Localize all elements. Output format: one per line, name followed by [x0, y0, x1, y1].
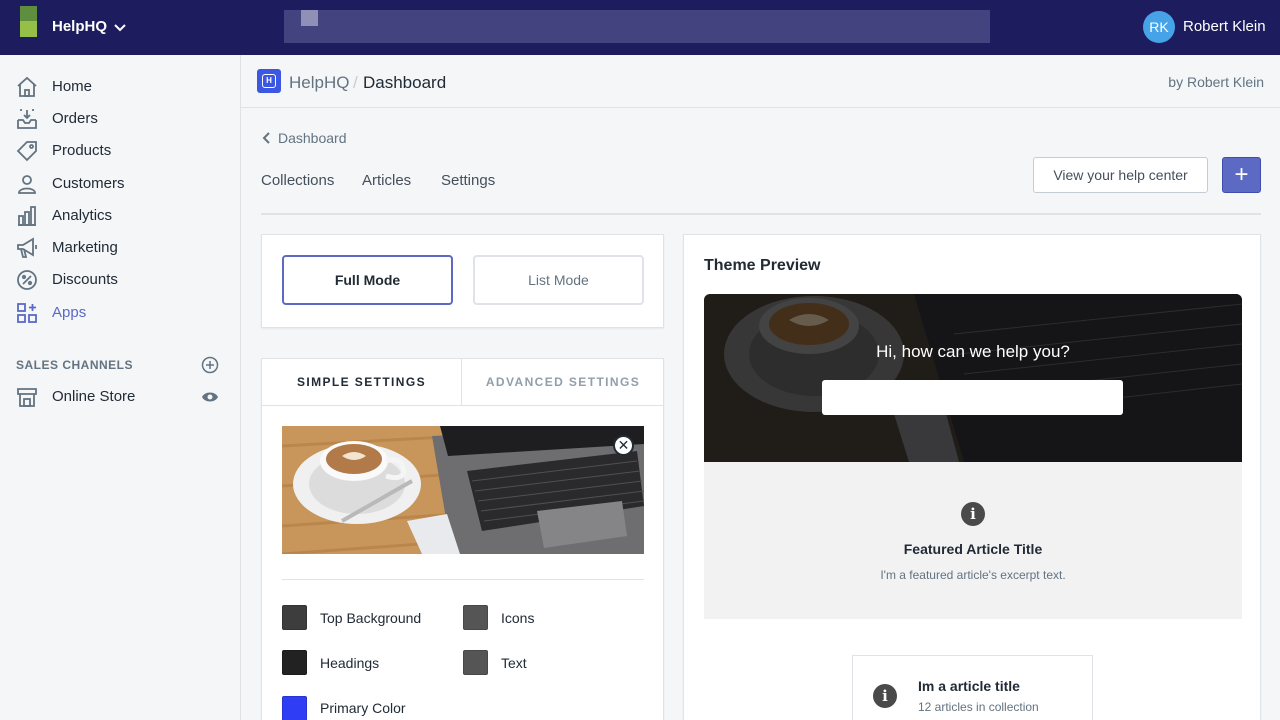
info-icon: i	[873, 684, 897, 708]
sidebar-item-label: Home	[52, 78, 93, 95]
apps-icon	[17, 303, 37, 323]
sidebar-item-label: Analytics	[52, 207, 113, 224]
sidebar-item-label: Discounts	[52, 271, 118, 288]
divider	[261, 213, 1261, 215]
background-image	[282, 426, 644, 554]
preview-search-input[interactable]	[822, 380, 1123, 415]
orders-icon	[17, 109, 37, 129]
theme-preview-card: Theme Preview Hi, how can we help you? i…	[683, 234, 1261, 720]
featured-article-excerpt: I'm a featured article's excerpt text.	[880, 568, 1066, 582]
mode-card: Full Mode List Mode	[261, 234, 664, 328]
settings-card: SIMPLE SETTINGS ADVANCED SETTINGS ✕ Top …	[261, 358, 664, 720]
sidebar-item-products[interactable]: Products	[0, 135, 240, 167]
back-label: Dashboard	[278, 130, 347, 146]
bar-chart-icon	[18, 206, 36, 226]
featured-article[interactable]: i Featured Article Title I'm a featured …	[704, 462, 1242, 619]
user-name[interactable]: Robert Klein	[1183, 18, 1266, 35]
sidebar-item-apps[interactable]: Apps	[0, 297, 240, 329]
app-icon: H	[257, 69, 281, 93]
home-icon	[17, 76, 37, 97]
person-icon	[18, 175, 36, 194]
add-circle-icon[interactable]	[201, 356, 219, 374]
list-mode-button[interactable]: List Mode	[473, 255, 644, 305]
tab-collections[interactable]: Collections	[261, 172, 334, 189]
megaphone-icon	[17, 237, 37, 258]
sales-channels-heading: SALES CHANNELS	[16, 358, 134, 372]
search-placeholder-block	[301, 10, 318, 26]
tab-articles[interactable]: Articles	[362, 172, 411, 189]
top-bar: HelpHQ RK Robert Klein	[0, 0, 1280, 55]
full-mode-button[interactable]: Full Mode	[282, 255, 453, 305]
color-swatch-headings[interactable]	[282, 650, 307, 675]
view-help-center-button[interactable]: View your help center	[1033, 157, 1208, 193]
store-icon	[17, 388, 37, 407]
sidebar-item-marketing[interactable]: Marketing	[0, 232, 240, 264]
featured-article-title: Featured Article Title	[903, 541, 1043, 557]
collection-meta: 12 articles in collection	[918, 700, 1039, 714]
eye-icon[interactable]	[201, 390, 219, 404]
preview-hero-image	[704, 294, 1242, 462]
color-label: Text	[501, 655, 527, 671]
color-label: Icons	[501, 610, 535, 626]
sidebar-item-label: Products	[52, 142, 112, 159]
collection-title: Im a article title	[918, 678, 1020, 694]
color-swatch-icons[interactable]	[463, 605, 488, 630]
store-name[interactable]: HelpHQ	[52, 18, 107, 35]
settings-tabs: SIMPLE SETTINGS ADVANCED SETTINGS	[262, 359, 663, 406]
tag-icon	[16, 141, 37, 162]
store-logo	[20, 6, 37, 37]
chevron-down-icon[interactable]	[112, 19, 128, 35]
sidebar-item-discounts[interactable]: Discounts	[0, 264, 240, 296]
color-label: Top Background	[320, 610, 422, 626]
color-swatch-top-background[interactable]	[282, 605, 307, 630]
preview-hero: Hi, how can we help you?	[704, 294, 1242, 462]
tab-advanced-settings[interactable]: ADVANCED SETTINGS	[463, 359, 663, 405]
tab-simple-settings[interactable]: SIMPLE SETTINGS	[262, 359, 462, 405]
search-bar[interactable]	[284, 10, 990, 43]
sidebar-item-customers[interactable]: Customers	[0, 168, 240, 200]
collection-item[interactable]: i Im a article title 12 articles in coll…	[852, 655, 1093, 720]
discount-icon	[17, 270, 37, 290]
preview-title: Theme Preview	[704, 257, 821, 274]
tab-settings[interactable]: Settings	[441, 172, 495, 189]
avatar[interactable]: RK	[1143, 11, 1175, 43]
page-header: H HelpHQ / Dashboard by Robert Klein	[241, 55, 1280, 108]
sidebar-item-home[interactable]: Home	[0, 71, 240, 103]
sidebar: Home Orders Products Customers Analytics…	[0, 55, 241, 720]
color-label: Headings	[320, 655, 380, 671]
sidebar-item-analytics[interactable]: Analytics	[0, 200, 240, 232]
add-button[interactable]: +	[1222, 157, 1261, 193]
app-byline: by Robert Klein	[1168, 74, 1264, 90]
breadcrumb-app[interactable]: HelpHQ	[289, 73, 349, 93]
color-swatch-text[interactable]	[463, 650, 488, 675]
sidebar-item-orders[interactable]: Orders	[0, 103, 240, 135]
sidebar-item-label: Apps	[52, 304, 87, 321]
close-icon[interactable]: ✕	[613, 435, 634, 456]
breadcrumb-separator: /	[353, 73, 358, 92]
info-icon: i	[961, 502, 985, 526]
page-title: Dashboard	[363, 73, 447, 92]
divider	[282, 579, 644, 580]
sidebar-item-label: Customers	[52, 175, 125, 192]
preview-hero-text: Hi, how can we help you?	[876, 342, 1070, 361]
sidebar-item-label: Marketing	[52, 239, 118, 256]
color-label: Primary Color	[320, 700, 406, 716]
sidebar-item-label: Online Store	[52, 388, 136, 405]
chevron-left-icon	[262, 132, 270, 144]
color-swatch-primary[interactable]	[282, 696, 307, 720]
helphq-logo-icon: H	[262, 74, 276, 88]
sidebar-item-label: Orders	[52, 110, 98, 127]
